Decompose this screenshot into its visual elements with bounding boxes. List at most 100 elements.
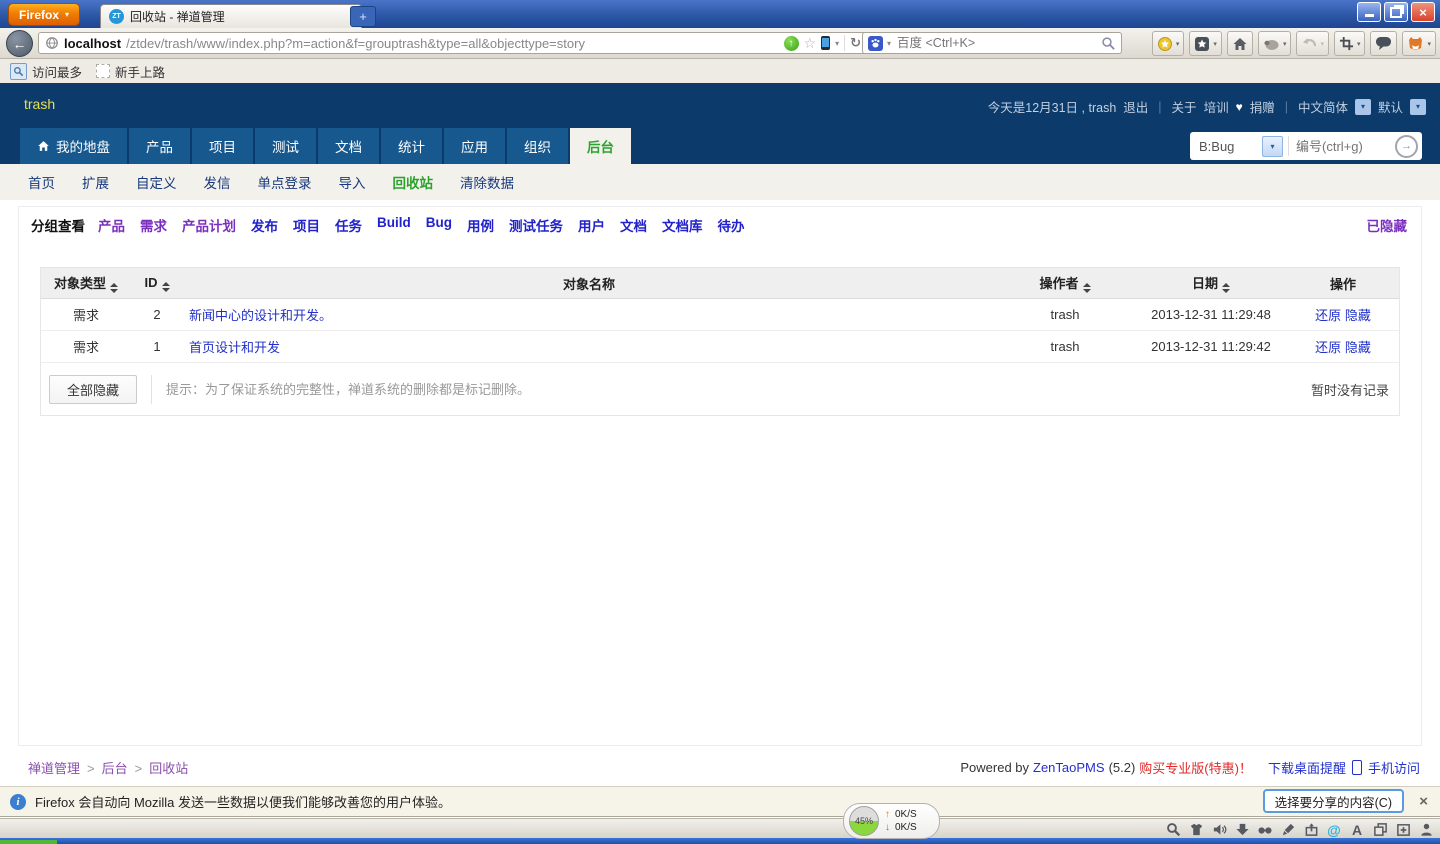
font-tool-icon[interactable]: A xyxy=(1349,822,1365,838)
language-dropdown[interactable]: ▾ xyxy=(1354,98,1371,115)
filter-product[interactable]: 产品 xyxy=(98,215,125,235)
close-button[interactable]: × xyxy=(1411,2,1435,22)
baidu-engine-icon[interactable] xyxy=(868,35,883,51)
browser-search-box[interactable]: ▾ xyxy=(862,32,1122,54)
filter-case[interactable]: 用例 xyxy=(467,215,494,235)
about-link[interactable]: 关于 xyxy=(1172,97,1197,116)
windows-copy-icon[interactable] xyxy=(1372,822,1388,838)
bookmarks-extension-button[interactable]: ▾ xyxy=(1189,31,1222,56)
hide-link[interactable]: 隐藏 xyxy=(1345,308,1371,323)
filter-project[interactable]: 项目 xyxy=(293,215,320,235)
col-actor[interactable]: 操作者 xyxy=(995,273,1135,293)
choose-share-button[interactable]: 选择要分享的内容(C) xyxy=(1262,789,1404,813)
filter-doc[interactable]: 文档 xyxy=(620,215,647,235)
col-id[interactable]: ID xyxy=(131,275,183,292)
subnav-import[interactable]: 导入 xyxy=(339,172,366,192)
speaker-icon[interactable] xyxy=(1211,822,1227,838)
feed-icon[interactable]: ↑ xyxy=(783,35,799,51)
person-icon[interactable] xyxy=(1418,822,1434,838)
tab-admin[interactable]: 后台 xyxy=(570,128,631,164)
object-name-link[interactable]: 首页设计和开发 xyxy=(189,340,280,355)
url-dropdown-icon[interactable]: ▾ xyxy=(835,39,839,48)
back-button[interactable]: ← xyxy=(6,30,33,57)
bookmark-getting-started[interactable]: 新手上路 xyxy=(92,62,169,81)
subnav-extension[interactable]: 扩展 xyxy=(82,172,109,192)
subnav-sso[interactable]: 单点登录 xyxy=(258,172,312,192)
bookmark-star-icon[interactable]: ☆ xyxy=(804,35,817,52)
mask-icon[interactable] xyxy=(1257,822,1273,838)
reload-icon[interactable]: ↻ xyxy=(844,35,861,51)
tab-report[interactable]: 统计 xyxy=(381,128,442,164)
theme-shirt-icon[interactable] xyxy=(1188,822,1204,838)
filter-release[interactable]: 发布 xyxy=(251,215,278,235)
restore-link[interactable]: 还原 xyxy=(1315,340,1341,355)
zentao-link[interactable]: ZenTaoPMS xyxy=(1033,760,1105,775)
notification-close-icon[interactable]: × xyxy=(1419,793,1428,810)
restore-button[interactable] xyxy=(1384,2,1408,22)
gesture-extension-button[interactable]: ▾ xyxy=(1257,31,1292,56)
object-name-link[interactable]: 新闻中心的设计和开发。 xyxy=(189,308,332,323)
tab-my-dashboard[interactable]: 我的地盘 xyxy=(20,128,127,164)
theme-dropdown[interactable]: ▾ xyxy=(1410,98,1426,115)
filter-story[interactable]: 需求 xyxy=(140,215,167,235)
browser-tab[interactable]: ZT 回收站 - 禅道管理 xyxy=(100,4,362,28)
subnav-mail[interactable]: 发信 xyxy=(204,172,231,192)
filter-productplan[interactable]: 产品计划 xyxy=(182,215,236,235)
bookmark-most-visited[interactable]: 访问最多 xyxy=(6,62,86,81)
phone-mode-icon[interactable] xyxy=(821,36,831,50)
firefox-app-menu-button[interactable]: Firefox ▾ xyxy=(8,3,81,26)
filter-testtask[interactable]: 测试任务 xyxy=(509,215,563,235)
hide-link[interactable]: 隐藏 xyxy=(1345,340,1371,355)
breadcrumb-zentao[interactable]: 禅道管理 xyxy=(28,761,80,776)
logout-link[interactable]: 退出 xyxy=(1123,97,1148,116)
download-arrow-icon[interactable] xyxy=(1234,822,1250,838)
breadcrumb-trash[interactable]: 回收站 xyxy=(149,761,188,776)
tab-product[interactable]: 产品 xyxy=(129,128,190,164)
filter-build[interactable]: Build xyxy=(377,215,411,235)
restore-link[interactable]: 还原 xyxy=(1315,308,1341,323)
minimize-button[interactable] xyxy=(1357,2,1381,22)
share-export-icon[interactable] xyxy=(1303,822,1319,838)
email-at-icon[interactable]: @ xyxy=(1326,822,1342,838)
badge-extension-button[interactable]: ▾ xyxy=(1151,31,1185,56)
url-bar[interactable]: localhost /ztdev/trash/www/index.php?m=a… xyxy=(38,32,868,54)
filter-doclib[interactable]: 文档库 xyxy=(662,215,703,235)
tab-app[interactable]: 应用 xyxy=(444,128,505,164)
goto-type-dropdown-icon[interactable]: ▾ xyxy=(1262,135,1283,157)
filter-task[interactable]: 任务 xyxy=(335,215,362,235)
goto-submit-button[interactable]: → xyxy=(1395,134,1418,158)
col-object-type[interactable]: 对象类型 xyxy=(41,273,131,293)
filter-user[interactable]: 用户 xyxy=(578,215,605,235)
filter-todo[interactable]: 待办 xyxy=(718,215,745,235)
screenshot-extension-button[interactable]: ▾ xyxy=(1333,31,1366,56)
home-button[interactable] xyxy=(1226,31,1253,56)
fox-extension-button[interactable]: ▾ xyxy=(1402,31,1436,56)
hidden-items-link[interactable]: 已隐藏 xyxy=(1367,215,1408,235)
tab-company[interactable]: 组织 xyxy=(507,128,568,164)
search-icon[interactable] xyxy=(1165,822,1181,838)
tab-qa[interactable]: 测试 xyxy=(255,128,316,164)
download-status-bubble[interactable]: 45% ↑ 0K/S ↓ 0K/S xyxy=(843,803,940,839)
download-reminder-link[interactable]: 下载桌面提醒 xyxy=(1268,758,1346,777)
comment-extension-button[interactable] xyxy=(1370,31,1398,56)
training-link[interactable]: 培训 xyxy=(1204,97,1229,116)
search-magnifier-icon[interactable] xyxy=(1101,36,1116,51)
add-box-icon[interactable] xyxy=(1395,822,1411,838)
engine-dropdown-icon[interactable]: ▾ xyxy=(887,39,891,48)
goto-type-select[interactable]: B:Bug xyxy=(1194,139,1257,154)
subnav-index[interactable]: 首页 xyxy=(28,172,55,192)
hide-all-button[interactable]: 全部隐藏 xyxy=(49,374,138,404)
tab-project[interactable]: 项目 xyxy=(192,128,253,164)
subnav-custom[interactable]: 自定义 xyxy=(136,172,177,192)
undo-button[interactable]: ▾ xyxy=(1296,31,1329,56)
subnav-clear-data[interactable]: 清除数据 xyxy=(460,172,514,192)
col-date[interactable]: 日期 xyxy=(1135,273,1287,293)
donate-link[interactable]: 捐赠 xyxy=(1250,97,1275,116)
new-tab-button[interactable]: + xyxy=(350,6,376,27)
filter-bug[interactable]: Bug xyxy=(426,215,452,235)
tab-doc[interactable]: 文档 xyxy=(318,128,379,164)
breadcrumb-admin[interactable]: 后台 xyxy=(102,761,128,776)
search-input[interactable] xyxy=(895,35,1097,51)
brush-icon[interactable] xyxy=(1280,822,1296,838)
buy-pro-link[interactable]: 购买专业版(特惠)！ xyxy=(1139,758,1252,777)
